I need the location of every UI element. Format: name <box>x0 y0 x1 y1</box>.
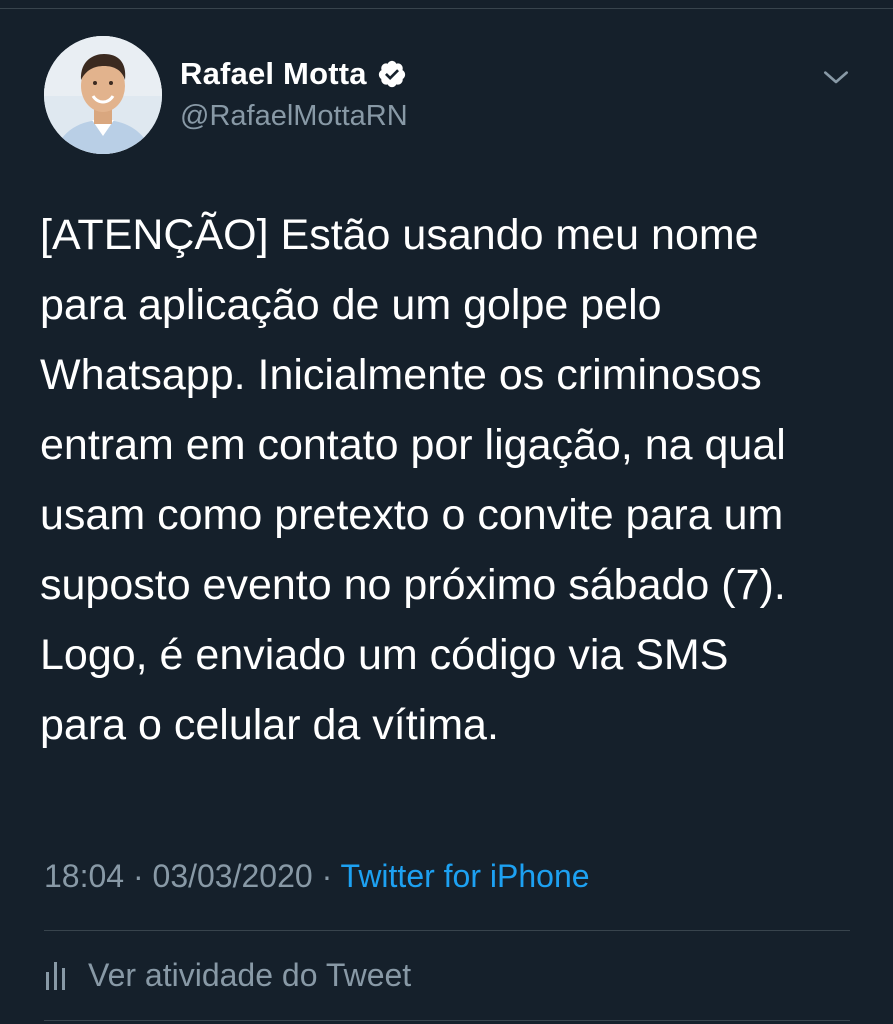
view-tweet-activity-button[interactable]: Ver atividade do Tweet <box>44 950 411 1000</box>
author-handle[interactable]: @RafaelMottaRN <box>180 100 408 133</box>
author-display-name[interactable]: Rafael Motta <box>180 56 367 92</box>
tweet-header: Rafael Motta @RafaelMottaRN <box>44 36 864 156</box>
tweet-time[interactable]: 18:04 <box>44 858 124 894</box>
author-name-row[interactable]: Rafael Motta <box>180 54 407 94</box>
chevron-down-icon[interactable] <box>820 62 852 94</box>
verified-badge-icon <box>378 60 405 88</box>
tweet-source-link[interactable]: Twitter for iPhone <box>341 858 590 894</box>
avatar[interactable] <box>44 36 162 154</box>
divider <box>44 1020 850 1021</box>
meta-separator: · <box>132 858 144 894</box>
view-activity-label: Ver atividade do Tweet <box>88 956 412 993</box>
top-divider <box>0 8 893 9</box>
avatar-photo <box>44 36 162 154</box>
divider <box>44 930 850 931</box>
tweet-date[interactable]: 03/03/2020 <box>153 858 313 894</box>
tweet-metadata: 18:04 · 03/03/2020 · Twitter for iPhone <box>44 858 590 895</box>
meta-separator: · <box>321 858 333 894</box>
tweet-text: [ATENÇÃO] Estão usando meu nome para apl… <box>40 211 786 749</box>
bar-chart-icon <box>46 962 65 990</box>
